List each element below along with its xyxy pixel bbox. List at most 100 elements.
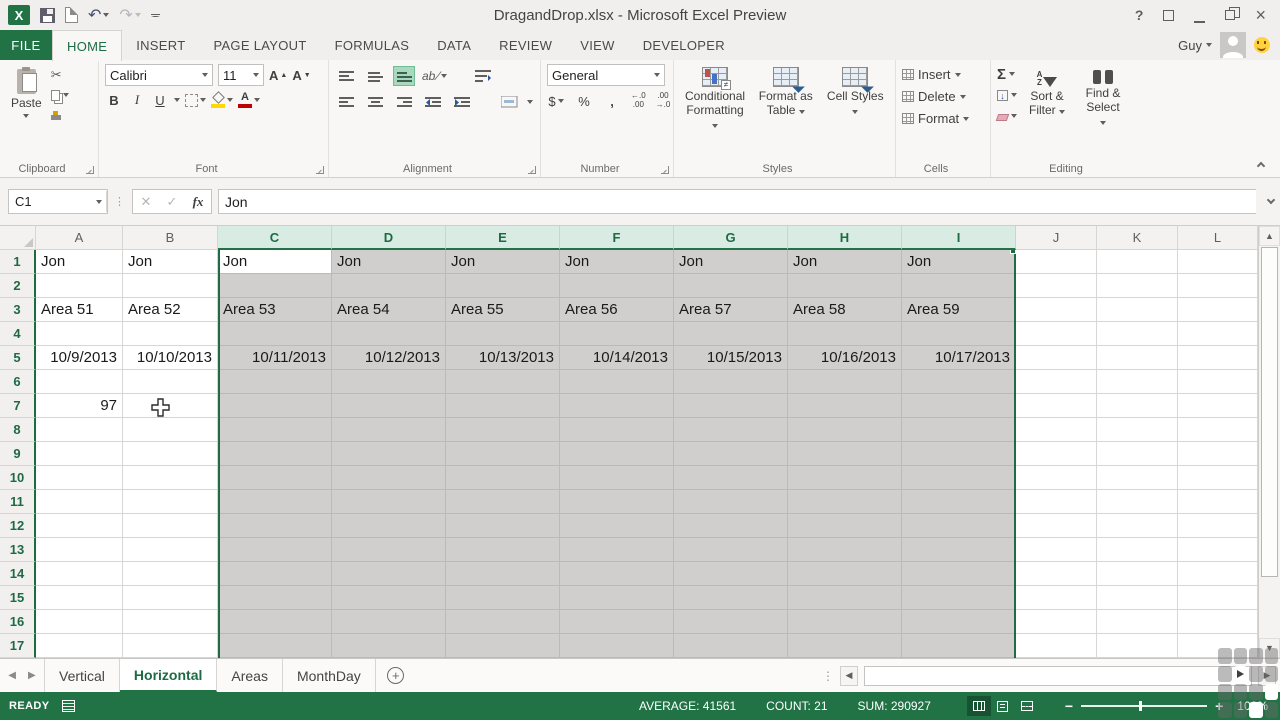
column-header-D[interactable]: D	[332, 226, 446, 250]
cell-D8[interactable]	[332, 418, 446, 442]
cell-J13[interactable]	[1016, 538, 1097, 562]
cell-styles-button[interactable]: Cell Styles	[822, 64, 889, 121]
cell-A11[interactable]	[36, 490, 123, 514]
wrap-text-button[interactable]	[472, 66, 494, 86]
cell-G1[interactable]: Jon	[674, 250, 788, 274]
sheet-tab-areas[interactable]: Areas	[217, 659, 283, 692]
cell-K3[interactable]	[1097, 298, 1178, 322]
cell-H3[interactable]: Area 58	[788, 298, 902, 322]
fill-button[interactable]: ↓	[997, 87, 1017, 103]
zoom-slider-thumb[interactable]	[1139, 701, 1142, 711]
cell-H15[interactable]	[788, 586, 902, 610]
cell-A3[interactable]: Area 51	[36, 298, 123, 322]
cell-D2[interactable]	[332, 274, 446, 298]
decrease-indent-button[interactable]	[422, 92, 444, 112]
cell-B17[interactable]	[123, 634, 218, 658]
cell-H14[interactable]	[788, 562, 902, 586]
cell-K2[interactable]	[1097, 274, 1178, 298]
cancel-entry-icon[interactable]: ✕	[133, 194, 159, 210]
cell-J6[interactable]	[1016, 370, 1097, 394]
row-header-15[interactable]: 15	[0, 586, 36, 610]
cell-G16[interactable]	[674, 610, 788, 634]
cell-E14[interactable]	[446, 562, 560, 586]
cell-I14[interactable]	[902, 562, 1016, 586]
cell-G17[interactable]	[674, 634, 788, 658]
cell-C11[interactable]	[218, 490, 332, 514]
cell-E15[interactable]	[446, 586, 560, 610]
autosum-button[interactable]: Σ	[997, 66, 1017, 82]
row-header-14[interactable]: 14	[0, 562, 36, 586]
cell-K15[interactable]	[1097, 586, 1178, 610]
horizontal-scrollbar[interactable]: ⋮ ◀ ▶	[822, 659, 1280, 692]
ribbon-tab-developer[interactable]: DEVELOPER	[629, 30, 739, 60]
decrease-decimal-button[interactable]: .00→.0	[656, 92, 671, 110]
cell-H1[interactable]: Jon	[788, 250, 902, 274]
cell-D5[interactable]: 10/12/2013	[332, 346, 446, 370]
row-header-1[interactable]: 1	[0, 250, 36, 274]
cell-B10[interactable]	[123, 466, 218, 490]
cell-C2[interactable]	[218, 274, 332, 298]
cell-L1[interactable]	[1178, 250, 1258, 274]
cell-J15[interactable]	[1016, 586, 1097, 610]
column-header-G[interactable]: G	[674, 226, 788, 250]
cell-G14[interactable]	[674, 562, 788, 586]
cell-I2[interactable]	[902, 274, 1016, 298]
cell-J5[interactable]	[1016, 346, 1097, 370]
cell-E2[interactable]	[446, 274, 560, 298]
merge-dropdown-icon[interactable]	[527, 100, 533, 104]
cell-L14[interactable]	[1178, 562, 1258, 586]
cell-F14[interactable]	[560, 562, 674, 586]
cell-G11[interactable]	[674, 490, 788, 514]
collapse-ribbon-button[interactable]	[1258, 163, 1266, 171]
redo-button[interactable]: ↷	[119, 5, 140, 25]
cell-D12[interactable]	[332, 514, 446, 538]
vertical-scroll-thumb[interactable]	[1261, 247, 1278, 577]
cell-F5[interactable]: 10/14/2013	[560, 346, 674, 370]
cell-J14[interactable]	[1016, 562, 1097, 586]
clipboard-dialog-launcher[interactable]	[86, 166, 94, 174]
cell-D7[interactable]	[332, 394, 446, 418]
page-layout-view-button[interactable]	[991, 696, 1015, 716]
cell-C5[interactable]: 10/11/2013	[218, 346, 332, 370]
cell-B11[interactable]	[123, 490, 218, 514]
cell-I11[interactable]	[902, 490, 1016, 514]
merge-center-button[interactable]	[498, 92, 520, 112]
cell-L10[interactable]	[1178, 466, 1258, 490]
redo-dropdown-icon[interactable]	[135, 13, 141, 17]
cell-I13[interactable]	[902, 538, 1016, 562]
column-header-I[interactable]: I	[902, 226, 1016, 250]
row-header-6[interactable]: 6	[0, 370, 36, 394]
vertical-scrollbar[interactable]: ▲ ▼	[1258, 226, 1280, 658]
cell-E11[interactable]	[446, 490, 560, 514]
cell-K13[interactable]	[1097, 538, 1178, 562]
cell-E7[interactable]	[446, 394, 560, 418]
cell-C7[interactable]	[218, 394, 332, 418]
cell-E3[interactable]: Area 55	[446, 298, 560, 322]
cell-F17[interactable]	[560, 634, 674, 658]
font-size-combo[interactable]: 11	[218, 64, 264, 86]
cell-A8[interactable]	[36, 418, 123, 442]
cell-L8[interactable]	[1178, 418, 1258, 442]
cell-A15[interactable]	[36, 586, 123, 610]
align-top-button[interactable]	[335, 66, 357, 86]
cell-J12[interactable]	[1016, 514, 1097, 538]
cell-H17[interactable]	[788, 634, 902, 658]
clear-button[interactable]	[997, 108, 1017, 124]
cell-L12[interactable]	[1178, 514, 1258, 538]
cell-D10[interactable]	[332, 466, 446, 490]
ribbon-tab-page-layout[interactable]: PAGE LAYOUT	[199, 30, 320, 60]
cell-J17[interactable]	[1016, 634, 1097, 658]
row-header-11[interactable]: 11	[0, 490, 36, 514]
fill-color-button[interactable]	[211, 91, 233, 109]
row-header-12[interactable]: 12	[0, 514, 36, 538]
bold-button[interactable]: B	[105, 91, 123, 109]
cell-C16[interactable]	[218, 610, 332, 634]
cell-K8[interactable]	[1097, 418, 1178, 442]
row-header-4[interactable]: 4	[0, 322, 36, 346]
row-header-3[interactable]: 3	[0, 298, 36, 322]
cell-L15[interactable]	[1178, 586, 1258, 610]
format-as-table-button[interactable]: Format as Table	[752, 64, 819, 121]
cell-B14[interactable]	[123, 562, 218, 586]
cell-A16[interactable]	[36, 610, 123, 634]
cell-B15[interactable]	[123, 586, 218, 610]
